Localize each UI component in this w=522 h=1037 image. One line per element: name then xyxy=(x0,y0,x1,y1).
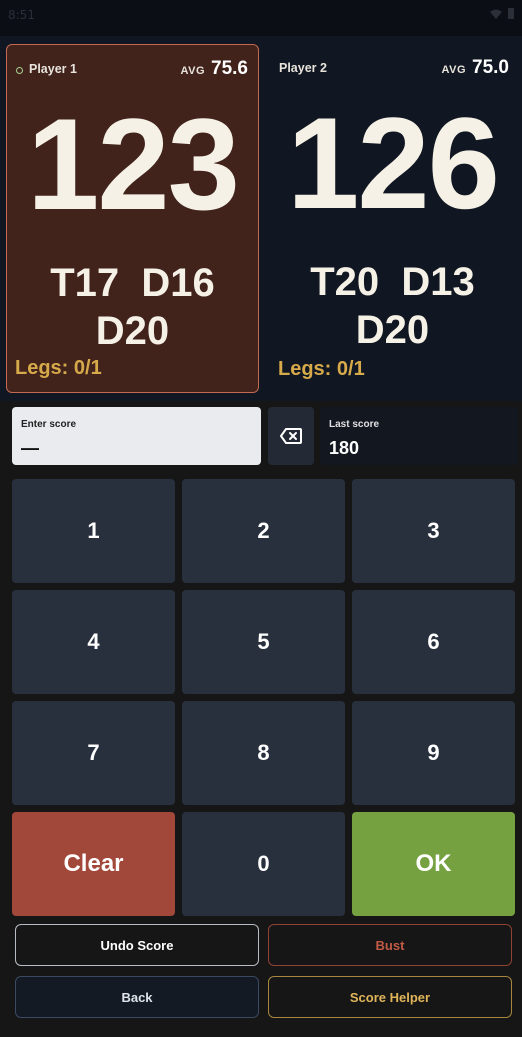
status-bar: 8:51 xyxy=(0,0,522,36)
checkout-line-1: T17 D16 xyxy=(50,261,215,305)
checkout-line-2: D20 xyxy=(355,308,430,352)
score-entry-field[interactable]: Enter score xyxy=(12,407,261,465)
key-8[interactable]: 8 xyxy=(182,701,345,805)
key-3[interactable]: 3 xyxy=(352,479,515,583)
action-buttons: Undo Score Bust Back Score Helper xyxy=(0,917,522,1037)
key-5[interactable]: 5 xyxy=(182,590,345,694)
players-panel: Player 1 AVG 75.6 123 T17 D16 D20 Legs: … xyxy=(0,36,522,401)
last-score-value: 180 xyxy=(329,438,360,458)
avg-label: AVG xyxy=(180,65,206,77)
undo-score-button[interactable]: Undo Score xyxy=(15,924,259,966)
score-entry-label: Enter score xyxy=(21,419,77,430)
key-0[interactable]: 0 xyxy=(182,812,345,916)
key-2[interactable]: 2 xyxy=(182,479,345,583)
player-card-2[interactable]: Player 2 AVG 75.0 126 T20 D13 D20 Legs: … xyxy=(266,44,519,393)
avg-value: 75.6 xyxy=(211,58,248,79)
key-1[interactable]: 1 xyxy=(12,479,175,583)
active-player-indicator-icon xyxy=(16,67,23,74)
bust-button[interactable]: Bust xyxy=(268,924,512,966)
player-average: AVG 75.6 xyxy=(180,58,248,80)
ok-button[interactable]: OK xyxy=(352,812,515,916)
player-remaining-score: 126 xyxy=(287,90,500,236)
player-legs: Legs: 0/1 xyxy=(278,358,365,380)
status-time: 8:51 xyxy=(8,8,35,22)
key-9[interactable]: 9 xyxy=(352,701,515,805)
checkout-suggestion: T20 D13 D20 xyxy=(266,258,519,354)
player-card-1[interactable]: Player 1 AVG 75.6 123 T17 D16 D20 Legs: … xyxy=(6,44,259,393)
checkout-line-1: T20 D13 xyxy=(310,260,475,304)
key-7[interactable]: 7 xyxy=(12,701,175,805)
player-name: Player 1 xyxy=(29,62,77,76)
battery-icon xyxy=(508,8,514,19)
wifi-icon xyxy=(490,9,502,19)
checkout-suggestion: T17 D16 D20 xyxy=(7,259,258,355)
clear-button[interactable]: Clear xyxy=(12,812,175,916)
status-icons xyxy=(490,8,514,19)
last-score-display: Last score 180 xyxy=(320,407,518,465)
player-remaining-score: 123 xyxy=(27,91,240,237)
avg-label: AVG xyxy=(441,64,467,76)
back-button[interactable]: Back xyxy=(15,976,259,1018)
score-helper-button[interactable]: Score Helper xyxy=(268,976,512,1018)
avg-value: 75.0 xyxy=(472,57,509,78)
player-name: Player 2 xyxy=(279,61,327,75)
score-input[interactable] xyxy=(21,437,251,459)
key-6[interactable]: 6 xyxy=(352,590,515,694)
player-legs: Legs: 0/1 xyxy=(15,357,102,379)
score-entry-row: Enter score Last score 180 xyxy=(0,401,522,473)
checkout-line-2: D20 xyxy=(95,309,170,353)
backspace-icon xyxy=(280,428,302,444)
player-average: AVG 75.0 xyxy=(441,57,509,79)
last-score-label: Last score xyxy=(329,419,380,430)
key-4[interactable]: 4 xyxy=(12,590,175,694)
number-keypad: 1 2 3 4 5 6 7 8 9 Clear 0 OK xyxy=(12,479,516,917)
backspace-button[interactable] xyxy=(268,407,314,465)
